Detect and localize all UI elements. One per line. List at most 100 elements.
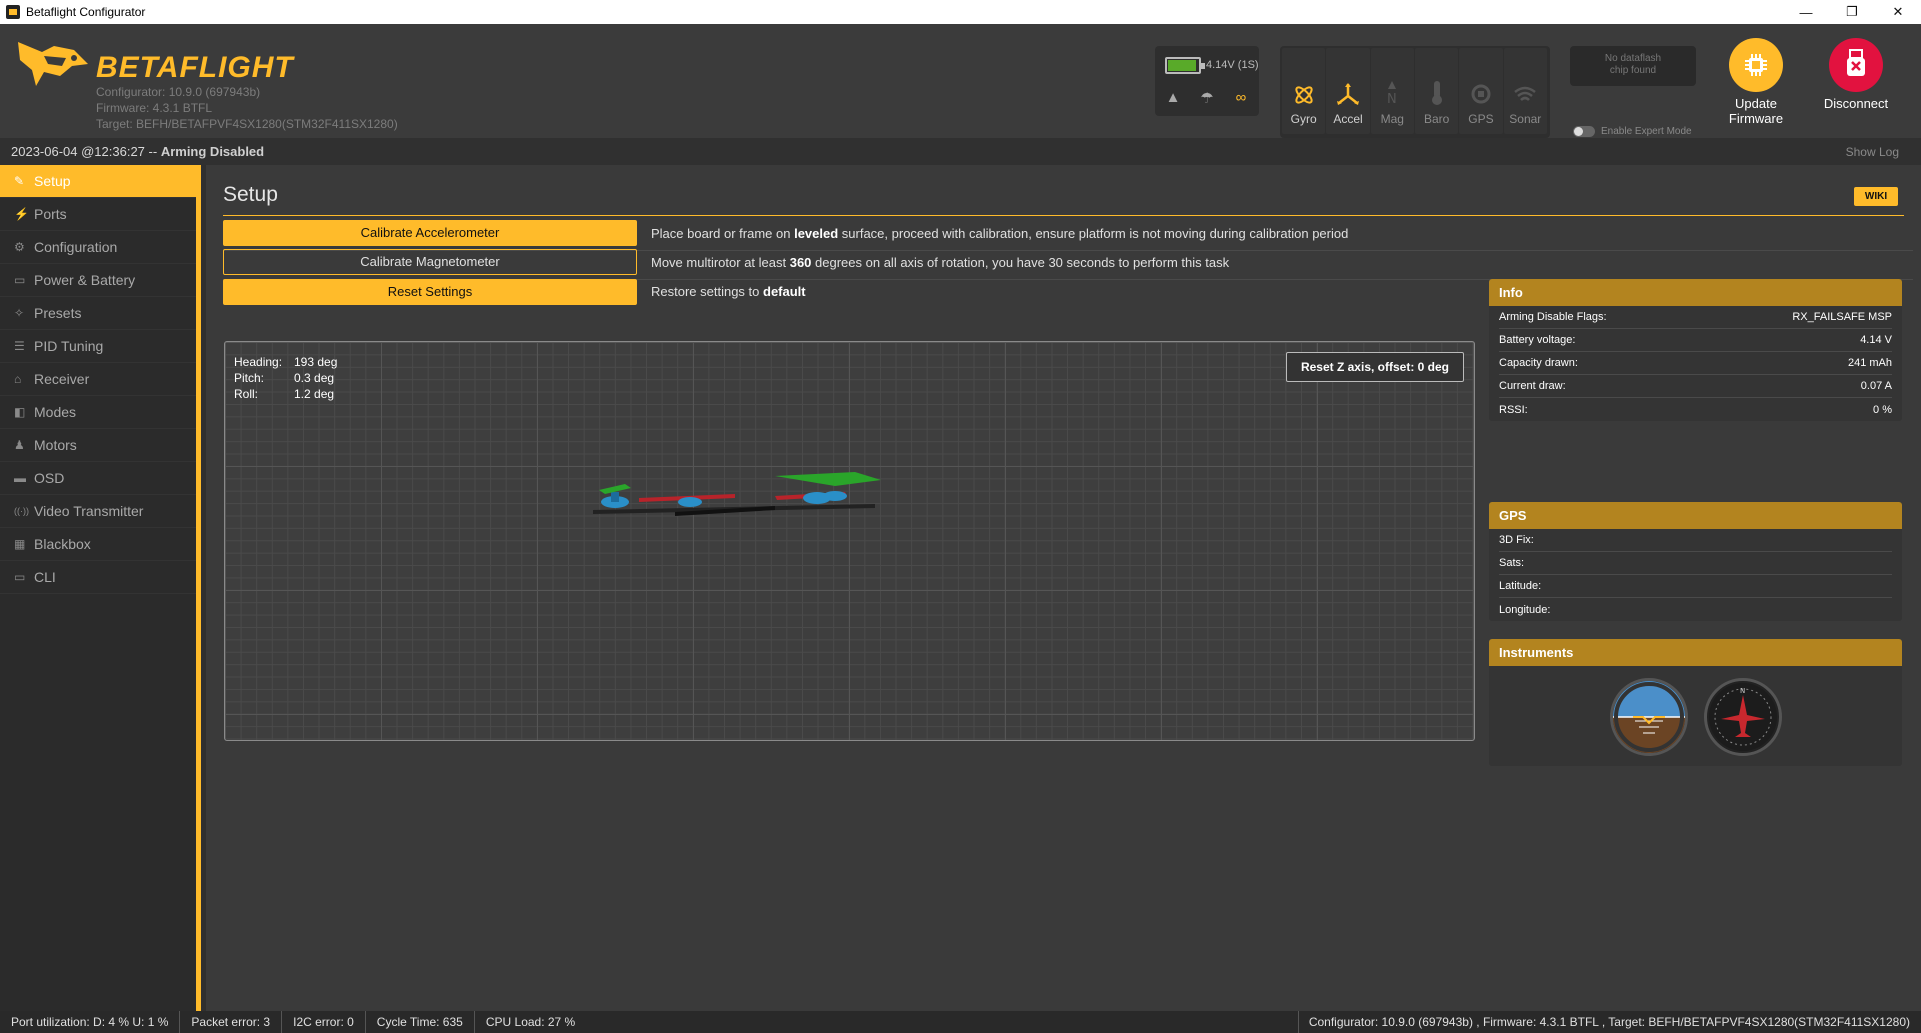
sidebar-item-presets[interactable]: ✧ Presets bbox=[0, 297, 196, 330]
expert-mode: Enable Expert Mode bbox=[1573, 126, 1692, 137]
sidebar-item-label: Ports bbox=[34, 206, 67, 222]
show-log-link[interactable]: Show Log bbox=[1846, 145, 1899, 159]
status-datetime: 2023-06-04 @12:36:27 -- bbox=[11, 144, 158, 159]
close-button[interactable]: ✕ bbox=[1875, 0, 1921, 24]
link-icon: ∞ bbox=[1235, 89, 1247, 106]
app-header: BETAFLIGHT Configurator: 10.9.0 (697943b… bbox=[0, 24, 1921, 138]
instruments-panel-title: Instruments bbox=[1489, 639, 1902, 666]
sidebar-item-motors[interactable]: ♟ Motors bbox=[0, 429, 196, 462]
sidebar-item-label: Video Transmitter bbox=[34, 503, 144, 519]
battery-icon bbox=[1165, 57, 1205, 74]
expert-mode-label: Enable Expert Mode bbox=[1601, 126, 1692, 137]
sidebar-item-label: PID Tuning bbox=[34, 338, 104, 354]
satellite-icon bbox=[1471, 84, 1491, 104]
broadcast-icon: ((·)) bbox=[14, 506, 29, 516]
attitude-indicator-gauge bbox=[1609, 678, 1688, 756]
reset-z-axis-button[interactable]: Reset Z axis, offset: 0 deg bbox=[1285, 352, 1464, 382]
sensor-accel: Accel bbox=[1326, 48, 1370, 134]
sidebar-item-label: Blackbox bbox=[34, 536, 91, 552]
sidebar-item-label: Power & Battery bbox=[34, 272, 136, 288]
usb-icon bbox=[1829, 38, 1883, 92]
modes-icon: ◧ bbox=[14, 405, 26, 419]
magic-icon: ✧ bbox=[14, 306, 25, 320]
reset-settings-button[interactable]: Reset Settings bbox=[223, 278, 637, 305]
pitch-value: 0.3 deg bbox=[294, 371, 335, 385]
info-row: Arming Disable Flags: RX_FAILSAFE MSP bbox=[1499, 306, 1892, 329]
configurator-version: Configurator: 10.9.0 (697943b) bbox=[96, 85, 261, 99]
sidebar-item-setup[interactable]: ✎ Setup bbox=[0, 165, 196, 198]
battery-status: 4.14V (1S) ▲ ☂ ∞ bbox=[1155, 46, 1259, 116]
maximize-button[interactable]: ❐ bbox=[1829, 0, 1875, 24]
arming-status-bar: 2023-06-04 @12:36:27 -- Arming Disabled … bbox=[0, 138, 1921, 165]
heading-indicator-gauge: N bbox=[1703, 678, 1782, 756]
terminal-icon: ▭ bbox=[14, 570, 26, 584]
status-footer: Port utilization: D: 4 % U: 1 % Packet e… bbox=[0, 1011, 1921, 1033]
cpu-load: CPU Load: 27 % bbox=[485, 1015, 576, 1029]
sonar-icon bbox=[1514, 86, 1537, 101]
window-title: Betaflight Configurator bbox=[26, 5, 146, 19]
sensor-sonar: Sonar bbox=[1503, 48, 1547, 134]
disconnect-button[interactable]: Disconnect bbox=[1801, 38, 1911, 111]
sidebar-item-pid-tuning[interactable]: ☰ PID Tuning bbox=[0, 330, 196, 363]
osd-icon: ▬ bbox=[14, 471, 26, 485]
battery-voltage: 4.14V (1S) bbox=[1206, 59, 1259, 71]
info-panel: Info Arming Disable Flags: RX_FAILSAFE MS… bbox=[1489, 279, 1902, 421]
model-3d-view[interactable]: Heading: 193 deg Pitch: 0.3 deg Roll: 1.2 d… bbox=[224, 341, 1475, 741]
current-value: 0.07 A bbox=[1860, 380, 1892, 392]
sidebar-item-configuration[interactable]: ⚙ Configuration bbox=[0, 231, 196, 264]
chip-icon bbox=[1729, 38, 1783, 92]
svg-text:N: N bbox=[1387, 92, 1397, 106]
target-info: Target: BEFH/BETAFPVF4SX1280(STM32F411SX… bbox=[96, 117, 398, 131]
window-controls: — ❐ ✕ bbox=[1783, 0, 1921, 24]
parachute-icon: ☂ bbox=[1200, 90, 1214, 107]
compass-icon: N bbox=[1387, 81, 1397, 106]
info-row: Current draw: 0.07 A bbox=[1499, 375, 1892, 398]
expert-mode-toggle[interactable] bbox=[1573, 126, 1595, 137]
reset-settings-description: Restore settings to default bbox=[651, 284, 806, 299]
gps-panel-title: GPS bbox=[1489, 502, 1902, 529]
calibrate-magnetometer-button[interactable]: Calibrate Magnetometer bbox=[223, 249, 637, 275]
instruments-panel: Instruments N bbox=[1489, 639, 1902, 766]
calibrate-mag-description: Move multirotor at least 360 degrees on … bbox=[651, 254, 1230, 270]
calibrate-accelerometer-button[interactable]: Calibrate Accelerometer bbox=[223, 220, 637, 246]
sidebar-item-receiver[interactable]: ⌂ Receiver bbox=[0, 363, 196, 396]
wrench-icon: ✎ bbox=[14, 174, 25, 188]
instruments: N bbox=[1489, 666, 1902, 766]
arming-flags-value: RX_FAILSAFE MSP bbox=[1792, 311, 1892, 323]
info-panel-title: Info bbox=[1489, 279, 1902, 306]
sidebar-item-label: Receiver bbox=[34, 371, 90, 387]
i2c-error: I2C error: 0 bbox=[282, 1011, 366, 1033]
app-icon bbox=[6, 5, 20, 19]
svg-text:N: N bbox=[1740, 687, 1745, 695]
sidebar-item-power-battery[interactable]: ▭ Power & Battery bbox=[0, 264, 196, 297]
capacity-value: 241 mAh bbox=[1847, 357, 1892, 369]
blackbox-icon: ▦ bbox=[14, 537, 26, 551]
wiki-button[interactable]: WIKI bbox=[1854, 187, 1898, 206]
quadcopter-model bbox=[593, 472, 881, 516]
gps-panel: GPS 3D Fix: Sats: Latitude: Longitude: bbox=[1489, 502, 1902, 621]
plug-icon: ⚡ bbox=[14, 207, 29, 221]
sidebar-item-osd[interactable]: ▬ OSD bbox=[0, 462, 196, 495]
sidebar-item-cli[interactable]: ▭ CLI bbox=[0, 561, 196, 594]
sidebar-item-label: Configuration bbox=[34, 239, 118, 255]
sidebar-item-video-transmitter[interactable]: ((·)) Video Transmitter bbox=[0, 495, 196, 528]
roll-value: 1.2 deg bbox=[294, 387, 335, 401]
sidebar-item-ports[interactable]: ⚡ Ports bbox=[0, 198, 196, 231]
logo-text: BETAFLIGHT bbox=[96, 51, 294, 84]
minimize-button[interactable]: — bbox=[1783, 0, 1829, 24]
firmware-version: Firmware: 4.3.1 BTFL bbox=[96, 101, 213, 115]
calibrate-accel-description: Place board or frame on leveled surface,… bbox=[651, 225, 1349, 241]
sensor-gyro: Gyro bbox=[1282, 48, 1326, 134]
arming-state: Arming Disabled bbox=[160, 144, 265, 159]
sidebar-item-blackbox[interactable]: ▦ Blackbox bbox=[0, 528, 196, 561]
sidebar-item-label: Motors bbox=[34, 437, 77, 453]
sidebar-nav: ✎ Setup ⚡ Ports ⚙ Configuration ▭ Power & Batte… bbox=[0, 165, 201, 1011]
motor-icon: ♟ bbox=[14, 438, 25, 452]
port-utilization: Port utilization: D: 4 % U: 1 % bbox=[0, 1011, 181, 1033]
betaflight-logo-icon bbox=[14, 36, 92, 97]
warning-icon: ▲ bbox=[1165, 89, 1181, 106]
receiver-icon: ⌂ bbox=[14, 372, 22, 386]
update-firmware-button[interactable]: Update Firmware bbox=[1701, 38, 1811, 126]
gps-row: 3D Fix: bbox=[1499, 529, 1892, 552]
sidebar-item-modes[interactable]: ◧ Modes bbox=[0, 396, 196, 429]
